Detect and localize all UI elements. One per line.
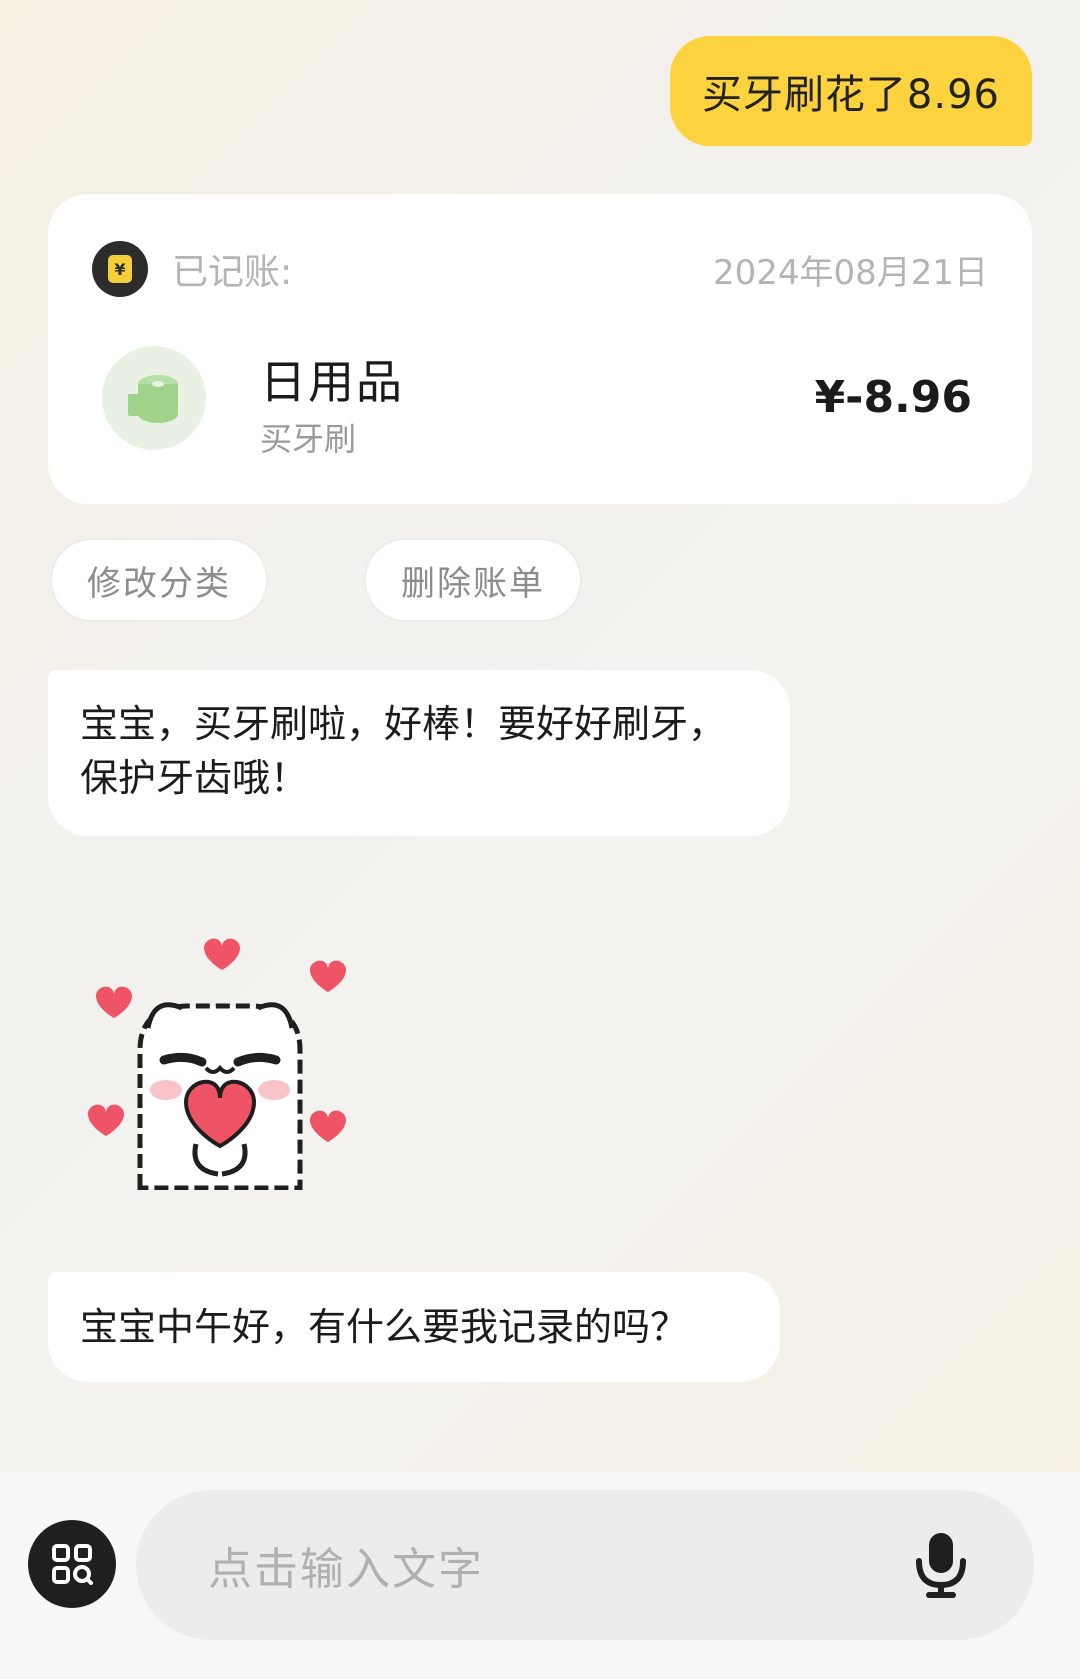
record-amount: ¥-8.96 bbox=[814, 372, 972, 423]
microphone-icon[interactable] bbox=[904, 1528, 978, 1602]
grid-menu-icon[interactable] bbox=[28, 1520, 116, 1608]
delete-bill-button[interactable]: 删除账单 bbox=[364, 538, 582, 622]
recorded-label: 已记账: bbox=[172, 252, 293, 293]
text-input-field[interactable]: 点击输入文字 bbox=[136, 1490, 1034, 1640]
input-bar: 点击输入文字 bbox=[0, 1472, 1080, 1679]
user-message-bubble: 买牙刷花了8.96 bbox=[669, 36, 1032, 146]
record-note: 买牙刷 bbox=[260, 420, 357, 458]
toilet-paper-icon bbox=[102, 346, 206, 450]
record-date: 2024年08月21日 bbox=[712, 252, 988, 293]
assistant-greeting-bubble: 宝宝中午好，有什么要我记录的吗？ bbox=[48, 1272, 780, 1382]
cat-holding-heart-sticker bbox=[78, 930, 368, 1191]
category-name: 日用品 bbox=[260, 355, 404, 409]
assistant-greeting-text: 宝宝中午好，有什么要我记录的吗？ bbox=[80, 1305, 689, 1349]
yen-badge-icon: ¥ bbox=[92, 241, 148, 297]
edit-category-button[interactable]: 修改分类 bbox=[50, 538, 268, 622]
assistant-message-bubble: 宝宝，买牙刷啦，好棒！要好好刷牙，保护牙齿哦！ bbox=[48, 670, 790, 836]
input-placeholder: 点击输入文字 bbox=[208, 1544, 484, 1595]
assistant-message-text: 宝宝，买牙刷啦，好棒！要好好刷牙，保护牙齿哦！ bbox=[80, 702, 727, 800]
bookkeeping-record-card[interactable]: ¥ 已记账: 2024年08月21日 日用品 买牙刷 ¥-8.96 bbox=[48, 194, 1032, 504]
user-message-text: 买牙刷花了8.96 bbox=[701, 72, 1000, 118]
card-header: ¥ 已记账: 2024年08月21日 bbox=[92, 238, 988, 300]
